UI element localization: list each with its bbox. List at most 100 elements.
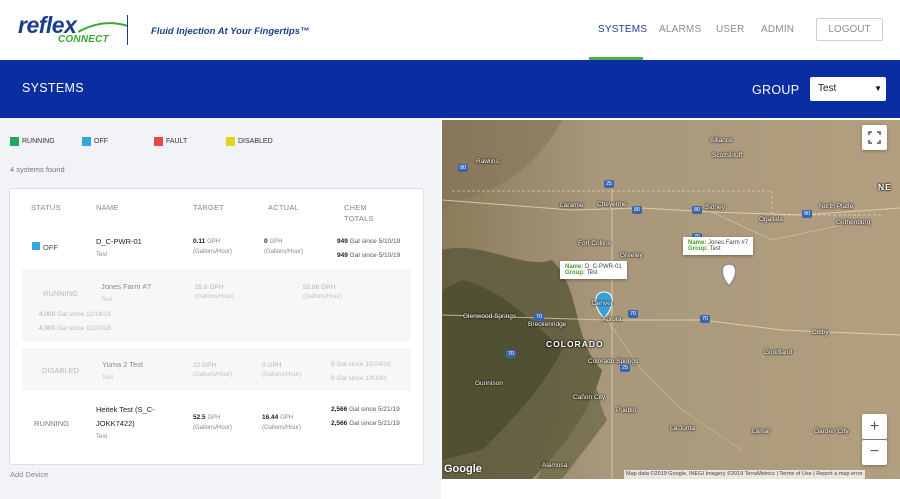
route-shield: 70 [700, 315, 711, 323]
place-label: Laramie [560, 202, 584, 209]
logo-connect: CONNECT [58, 34, 109, 45]
chem-value: 2,566 [331, 406, 348, 413]
place-label: Colorado Springs [588, 358, 639, 365]
reflex-connect-logo[interactable]: reflex CONNECT [18, 14, 128, 46]
actual-value: 0 [262, 362, 266, 369]
group-select-value: Test [818, 83, 837, 94]
systems-found-count: 4 systems found [10, 165, 65, 174]
zoom-in-button[interactable]: + [862, 414, 887, 439]
place-label: Alamosa [542, 462, 568, 469]
zoom-out-button[interactable]: − [862, 440, 887, 465]
row-name: Jones Farm #7 [101, 282, 152, 291]
map-marker-blue[interactable] [592, 290, 616, 320]
row-status: RUNNING [43, 289, 78, 298]
nav-systems[interactable]: SYSTEMS [598, 24, 647, 35]
group-label: GROUP [752, 83, 800, 97]
row-status: RUNNING [34, 419, 69, 428]
info-group-value: Test [586, 270, 598, 276]
actual-value: 16.44 [262, 414, 279, 421]
chem-text: Gal since 5/21/19 [349, 406, 400, 413]
place-label: Gothenburg [836, 219, 871, 226]
route-shield: 25 [604, 180, 615, 188]
chem-text: Gal since 5/10/19 [349, 238, 401, 245]
group-select[interactable]: Test ▼ [810, 77, 886, 101]
info-group-key: Group: [688, 246, 708, 252]
place-label: Gunnison [475, 380, 503, 387]
map-marker-gray[interactable] [718, 262, 740, 288]
target-sub: (Gallons/Hour) [195, 294, 235, 300]
chem-total-2: 0 Gal since 1/01/01 [331, 375, 387, 382]
col-target: TARGET [193, 203, 225, 212]
place-label: Sidney [705, 204, 725, 211]
place-label: Glenwood Springs [463, 313, 517, 320]
col-totals: TOTALS [344, 214, 374, 223]
nav-admin[interactable]: ADMIN [761, 24, 794, 35]
row-actual: 55.88 GPH [303, 284, 335, 291]
chem-text: Gal since 1/01/01 [336, 375, 388, 382]
google-logo: Google [444, 463, 482, 475]
logout-button[interactable]: LOGOUT [816, 18, 883, 41]
row-name-line2: JOKK7422) [96, 419, 135, 428]
map-attribution[interactable]: Map data ©2019 Google, INEGI Imagery ©20… [624, 470, 865, 479]
place-label: Fort Collins [578, 240, 611, 247]
nav-alarms[interactable]: ALARMS [659, 24, 701, 35]
table-row[interactable]: DISABLED Yuma 2 Test Test 22 GPH (Gallon… [22, 348, 411, 391]
row-target: 22 GPH [193, 362, 216, 369]
tagline: Fluid Injection At Your Fingertips™ [151, 26, 310, 37]
chem-value: 949 [337, 252, 348, 259]
row-target: 52.5 GPH [193, 414, 220, 421]
place-label: Garden City [814, 428, 849, 435]
actual-sub: (Gallons/Hour) [264, 249, 304, 255]
row-group: Test [96, 252, 108, 258]
chem-total-1: 4,000 Gal since 11/14/18 [39, 311, 111, 318]
header-divider [127, 15, 128, 45]
place-label: North Platte [819, 203, 854, 210]
row-group: Test [102, 375, 114, 381]
place-label: Rawlins [476, 158, 499, 165]
target-unit: GPH [207, 239, 221, 245]
actual-sub: (Gallons/Hour) [262, 372, 302, 378]
info-group: Group: Test [565, 270, 622, 276]
chem-value: 949 [337, 238, 348, 245]
route-shield: 80 [692, 206, 703, 214]
add-device-link[interactable]: Add Device [10, 470, 48, 479]
chem-total-2: 949 Gal since 5/10/19 [337, 252, 400, 259]
systems-map[interactable]: Scottsbluff Alliance Rawlins Cheyenne Si… [442, 120, 900, 479]
fullscreen-button[interactable] [862, 125, 887, 150]
disabled-swatch [226, 137, 235, 146]
page-title: SYSTEMS [22, 81, 84, 95]
target-value: 55.6 [195, 284, 208, 291]
route-shield: 80 [458, 164, 469, 172]
place-label: Alliance [710, 137, 733, 144]
col-actual: ACTUAL [268, 203, 299, 212]
chem-total-2: 2,566 Gal since 5/21/19 [331, 420, 400, 427]
info-group-value: Test [709, 246, 721, 252]
marker-infobox[interactable]: Name: Jones Farm #7 Group: Test [683, 237, 754, 255]
place-label: Goodland [764, 349, 793, 356]
actual-value: 55.88 [303, 284, 320, 291]
row-target: 0.11 GPH [193, 238, 220, 245]
row-status: DISABLED [42, 366, 80, 375]
col-chem: CHEM [344, 203, 367, 212]
route-shield: 25 [620, 364, 631, 372]
chem-total-1: 0 Gal since 10/24/18 [331, 361, 391, 368]
legend-disabled: DISABLED [238, 138, 273, 145]
route-shield: 70 [506, 350, 517, 358]
route-shield: 70 [534, 313, 545, 321]
edge-label: NE [878, 182, 892, 192]
target-unit: GPH [207, 415, 221, 421]
chem-value: 0 [331, 361, 335, 368]
chem-total-2: 4,000 Gal since 11/20/18 [39, 325, 111, 332]
col-name: NAME [96, 203, 119, 212]
chem-value: 4,000 [39, 311, 56, 318]
nav-user[interactable]: USER [716, 24, 745, 35]
target-unit: GPH [202, 362, 217, 369]
place-label: Cañon City [573, 394, 606, 401]
marker-infobox[interactable]: Name: D_C-PWR-01 Group: Test [560, 261, 627, 279]
legend-running: RUNNING [22, 138, 55, 145]
row-group: Test [101, 297, 113, 303]
place-label: Lamar [752, 428, 771, 435]
target-value: 22 [193, 362, 201, 369]
actual-value: 0 [264, 238, 268, 245]
off-swatch [82, 137, 91, 146]
